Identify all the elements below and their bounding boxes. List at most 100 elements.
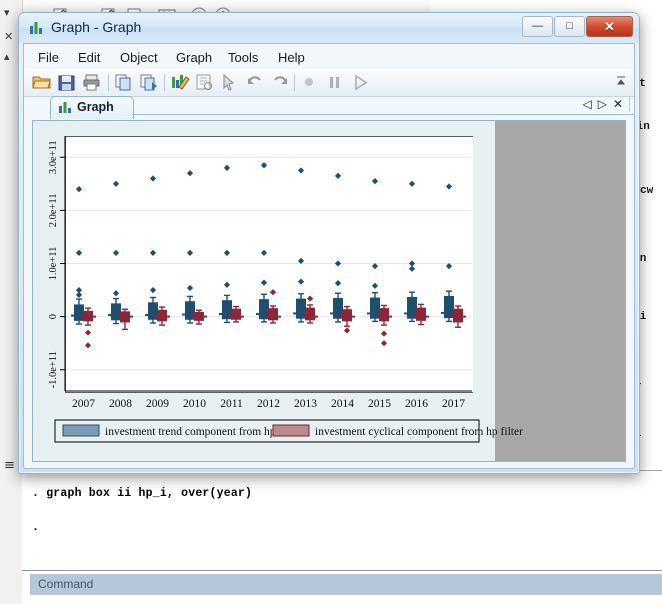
y-tick-label: 1.0e+11 bbox=[48, 247, 59, 281]
pointer-icon[interactable] bbox=[220, 73, 240, 92]
save-icon[interactable] bbox=[57, 73, 77, 92]
outlier-marker bbox=[150, 250, 156, 256]
copy-graph-icon[interactable] bbox=[139, 73, 159, 92]
graph-window-titlebar[interactable]: Graph - Graph — □ ✕ bbox=[19, 13, 639, 43]
outlier-marker bbox=[409, 181, 415, 187]
menubar[interactable]: File Edit Object Graph Tools Help bbox=[24, 44, 634, 69]
redo-icon[interactable] bbox=[270, 73, 290, 92]
bar-chart-icon bbox=[59, 101, 73, 114]
outlier-marker bbox=[187, 250, 193, 256]
dropdown-arrow-icon[interactable]: ▾ bbox=[4, 6, 10, 19]
minimize-button[interactable]: — bbox=[522, 16, 553, 37]
menu-edit[interactable]: Edit bbox=[72, 48, 106, 67]
box-trend-2012 bbox=[256, 162, 272, 322]
minimize-icon: — bbox=[532, 21, 543, 32]
command-pane[interactable]: Command bbox=[22, 570, 662, 604]
x-tick-label: 2008 bbox=[109, 398, 132, 410]
y-tick-label: 0 bbox=[48, 314, 59, 319]
y-tick-label: -1.0e+11 bbox=[48, 351, 59, 388]
x-tick-label: 2009 bbox=[146, 398, 169, 410]
command-input[interactable] bbox=[30, 595, 662, 604]
menu-file[interactable]: File bbox=[32, 48, 65, 67]
outlier-marker bbox=[150, 287, 156, 293]
toolbar-separator bbox=[164, 74, 165, 91]
outlier-marker bbox=[76, 186, 82, 192]
toolbar[interactable] bbox=[24, 69, 634, 97]
graph-editor-icon[interactable] bbox=[170, 73, 190, 92]
close-button[interactable]: ✕ bbox=[586, 16, 633, 37]
play-icon[interactable] bbox=[350, 73, 370, 92]
outlier-marker bbox=[270, 289, 276, 295]
menu-tools[interactable]: Tools bbox=[222, 48, 264, 67]
boxplot-svg: -1.0e+1101.0e+112.0e+113.0e+112007200820… bbox=[33, 121, 625, 461]
box-trend-2007 bbox=[71, 186, 87, 324]
prev-tab-arrow-icon[interactable]: ◁ bbox=[582, 98, 591, 110]
code-fragment: cw bbox=[640, 185, 653, 197]
tab-graph-label: Graph bbox=[77, 100, 114, 114]
maximize-button[interactable]: □ bbox=[554, 16, 585, 37]
tabstrip[interactable]: Graph ◁ ▷ ✕ bbox=[24, 96, 634, 118]
results-line-prompt: . bbox=[32, 521, 39, 534]
outlier-marker bbox=[76, 250, 82, 256]
copy-icon[interactable] bbox=[114, 73, 134, 92]
outlier-marker bbox=[113, 290, 119, 296]
tab-navigation[interactable]: ◁ ▷ ✕ bbox=[582, 97, 630, 111]
x-tick-label: 2011 bbox=[220, 398, 243, 410]
x-tick-label: 2013 bbox=[294, 398, 317, 410]
outlier-marker bbox=[85, 342, 91, 348]
y-tick-label: 2.0e+11 bbox=[48, 193, 59, 227]
graph-canvas[interactable]: -1.0e+1101.0e+112.0e+113.0e+112007200820… bbox=[32, 120, 626, 462]
open-folder-icon[interactable] bbox=[32, 73, 52, 92]
outlier-marker bbox=[187, 285, 193, 291]
print-icon[interactable] bbox=[82, 73, 102, 92]
tab-graph[interactable]: Graph bbox=[50, 96, 134, 119]
outlier-marker bbox=[113, 181, 119, 187]
results-line-command: . graph box ii hp_i, over(year) bbox=[32, 487, 252, 500]
outlier-marker bbox=[261, 280, 267, 286]
box-trend-2013 bbox=[293, 167, 309, 322]
toolbar-separator bbox=[108, 74, 109, 91]
box-trend-2008 bbox=[108, 181, 124, 324]
box-trend-2009 bbox=[145, 175, 161, 323]
menu-object[interactable]: Object bbox=[114, 48, 164, 67]
scroll-handle-icon[interactable]: ≡ bbox=[4, 458, 15, 473]
outlier-marker bbox=[335, 280, 341, 286]
window-controls[interactable]: — □ ✕ bbox=[522, 16, 633, 37]
x-tick-label: 2017 bbox=[442, 398, 465, 410]
outlier-marker bbox=[76, 287, 82, 293]
close-tab-x-icon[interactable]: ✕ bbox=[613, 98, 623, 110]
outlier-marker bbox=[261, 162, 267, 168]
legend-key-trend bbox=[63, 425, 99, 436]
tabnav-separator bbox=[629, 97, 630, 111]
tabstrip-filler bbox=[132, 114, 634, 119]
toolbar-separator bbox=[294, 74, 295, 91]
box-trend-2014 bbox=[330, 173, 346, 322]
outlier-marker bbox=[298, 278, 304, 284]
legend-key-cyclical bbox=[273, 425, 309, 436]
outlier-marker bbox=[298, 167, 304, 173]
record-icon[interactable] bbox=[300, 73, 320, 92]
overflow-icon[interactable] bbox=[616, 75, 626, 89]
graph-window-title: Graph - Graph bbox=[51, 19, 141, 35]
maximize-icon: □ bbox=[566, 21, 573, 32]
scroll-up-arrow-icon[interactable]: ▴ bbox=[4, 50, 10, 63]
outlier-marker bbox=[113, 250, 119, 256]
next-tab-arrow-icon[interactable]: ▷ bbox=[598, 98, 607, 110]
graph-window[interactable]: Graph - Graph — □ ✕ File Edit Object Gra… bbox=[18, 12, 640, 474]
preview-icon[interactable] bbox=[195, 73, 215, 92]
menu-graph[interactable]: Graph bbox=[170, 48, 218, 67]
results-pane[interactable]: . graph box ii hp_i, over(year) . bbox=[22, 470, 662, 571]
outlier-marker bbox=[335, 260, 341, 266]
close-x-icon[interactable]: ✕ bbox=[4, 30, 13, 43]
outlier-marker bbox=[224, 282, 230, 288]
pause-icon[interactable] bbox=[325, 73, 345, 92]
x-tick-label: 2012 bbox=[257, 398, 280, 410]
box-trend-2017 bbox=[441, 183, 457, 321]
menu-help[interactable]: Help bbox=[272, 48, 311, 67]
graph-window-body: File Edit Object Graph Tools Help bbox=[23, 43, 635, 469]
box-trend-2016 bbox=[404, 181, 420, 322]
undo-icon[interactable] bbox=[245, 73, 265, 92]
outlier-marker bbox=[224, 250, 230, 256]
x-tick-label: 2016 bbox=[405, 398, 428, 410]
box-trend-2015 bbox=[367, 178, 383, 321]
